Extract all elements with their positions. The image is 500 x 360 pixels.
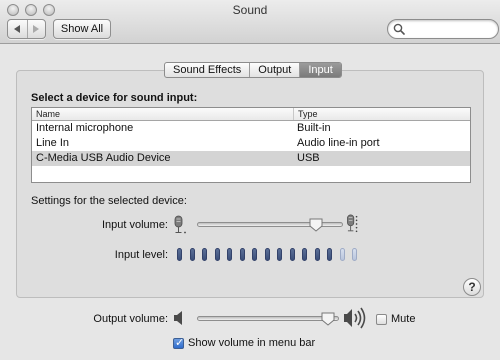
back-button[interactable] <box>8 20 27 38</box>
input-level-segment <box>339 248 345 261</box>
output-volume-slider[interactable] <box>197 316 339 321</box>
input-volume-slider-knob[interactable] <box>309 218 323 232</box>
back-forward-control <box>7 19 46 39</box>
input-level-segment <box>327 248 332 261</box>
input-volume-label: Input volume: <box>101 219 168 231</box>
input-level-segment <box>227 248 232 261</box>
device-type-cell: USB <box>297 152 320 164</box>
microphone-high-icon <box>347 214 358 233</box>
input-level-segment <box>177 248 182 261</box>
input-level-segment <box>352 248 357 261</box>
table-header: Name Type <box>32 108 470 121</box>
device-type-cell: Audio line-in port <box>297 137 380 149</box>
column-header-type[interactable]: Type <box>293 108 470 120</box>
checkmark-icon: ✓ <box>175 337 185 349</box>
input-level-segment <box>239 248 245 261</box>
input-level-segment <box>289 248 295 261</box>
tab-output[interactable]: Output <box>249 63 299 77</box>
sound-preferences-window: Sound Show All Sound Effects Output Inpu… <box>0 0 500 360</box>
device-type-cell: Built-in <box>297 122 331 134</box>
output-volume-slider-knob[interactable] <box>321 312 335 326</box>
microphone-low-icon <box>174 215 186 234</box>
search-field[interactable] <box>387 19 499 39</box>
speaker-low-icon <box>174 311 182 325</box>
back-arrow-icon <box>14 25 21 33</box>
input-level-segment <box>202 248 207 261</box>
column-header-name[interactable]: Name <box>32 108 293 120</box>
device-name-cell: C-Media USB Audio Device <box>36 152 171 164</box>
magnifying-glass-icon <box>393 23 405 35</box>
show-volume-in-menu-bar-label[interactable]: Show volume in menu bar <box>188 337 315 349</box>
tab-bar: Sound Effects Output Input <box>164 62 342 78</box>
show-all-button[interactable]: Show All <box>53 19 111 39</box>
table-row[interactable]: Line In Audio line-in port <box>32 136 470 151</box>
table-row[interactable]: Internal microphone Built-in <box>32 121 470 136</box>
device-name-cell: Internal microphone <box>36 122 134 134</box>
help-button[interactable]: ? <box>463 278 481 296</box>
forward-button[interactable] <box>26 20 46 38</box>
speaker-high-icon <box>344 307 366 329</box>
input-level-segment <box>264 248 270 261</box>
table-row-selected[interactable]: C-Media USB Audio Device USB <box>32 151 470 166</box>
input-level-label: Input level: <box>114 249 168 261</box>
show-volume-in-menu-bar-checkbox[interactable]: ✓ <box>173 337 185 349</box>
input-level-segment <box>302 248 307 261</box>
input-level-segment <box>252 248 257 261</box>
input-level-segment <box>277 248 282 261</box>
input-settings-panel <box>16 70 484 298</box>
window-toolbar: Sound Show All <box>0 0 500 44</box>
device-name-cell: Line In <box>36 137 70 149</box>
input-level-segment <box>214 248 220 261</box>
input-device-table[interactable]: Name Type Internal microphone Built-in L… <box>31 107 471 183</box>
input-level-segment <box>314 248 320 261</box>
search-input[interactable] <box>407 22 493 36</box>
tab-sound-effects[interactable]: Sound Effects <box>165 63 249 77</box>
tab-input[interactable]: Input <box>299 63 341 77</box>
output-volume-label: Output volume: <box>93 313 168 325</box>
input-level-segment <box>189 248 195 261</box>
window-title: Sound <box>232 3 268 17</box>
mute-checkbox[interactable] <box>376 314 387 325</box>
mute-label[interactable]: Mute <box>391 313 415 325</box>
forward-arrow-icon <box>33 25 40 33</box>
selected-device-settings-label: Settings for the selected device: <box>31 195 187 207</box>
device-section-heading: Select a device for sound input: <box>31 92 198 104</box>
